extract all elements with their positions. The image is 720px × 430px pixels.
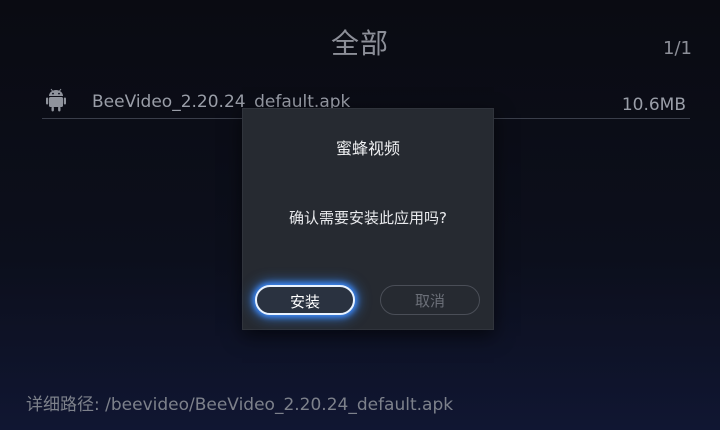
cancel-button[interactable]: 取消 (380, 285, 480, 315)
file-size: 10.6MB (621, 95, 686, 115)
detail-path: 详细路径: /beevideo/BeeVideo_2.20.24_default… (26, 395, 454, 415)
install-button[interactable]: 安装 (255, 285, 355, 315)
android-icon (46, 88, 66, 112)
page-counter: 1/1 (663, 38, 692, 59)
dialog-message: 确认需要安装此应用吗? (289, 209, 447, 227)
install-dialog: 蜜蜂视频 确认需要安装此应用吗? 安装 取消 (242, 108, 494, 330)
file-manager-screen: 全部 1/1 BeeVideo_2.20.24_default.apk 10.6… (0, 0, 720, 430)
dialog-title: 蜜蜂视频 (335, 139, 400, 158)
page-title: 全部 (330, 27, 389, 60)
